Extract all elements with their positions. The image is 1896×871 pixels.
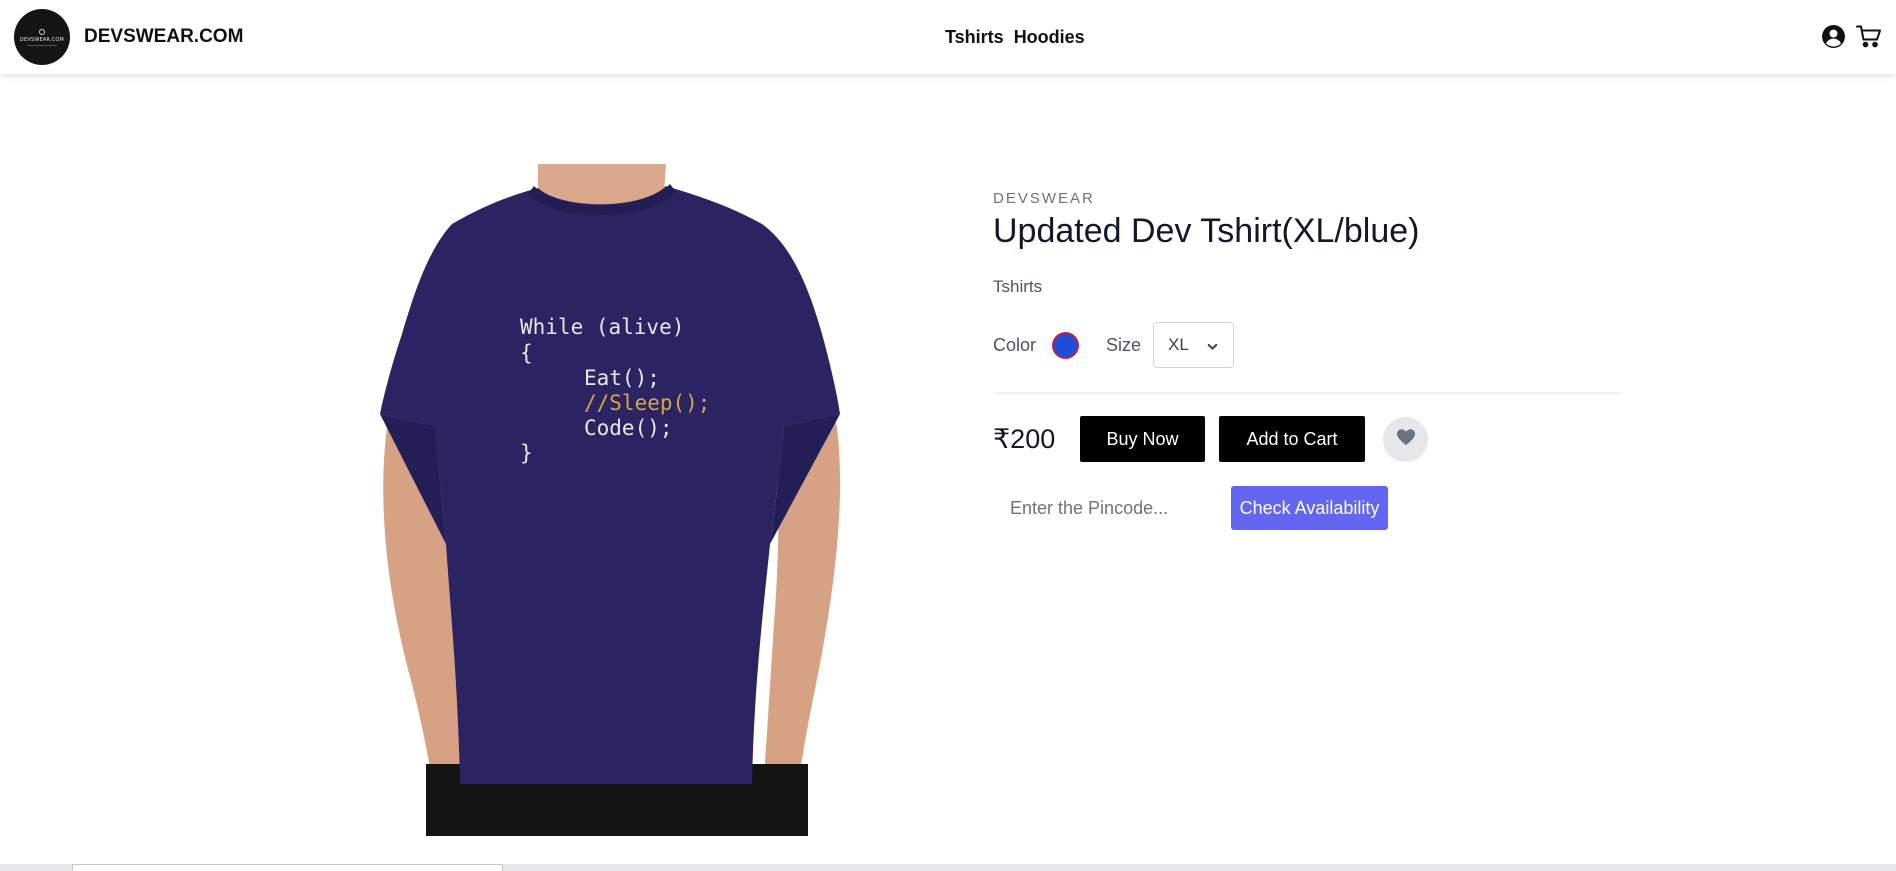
color-label: Color bbox=[993, 334, 1037, 355]
product-options: Color Size XL bbox=[993, 322, 1621, 395]
shirt-print-line-2: { bbox=[520, 341, 533, 365]
product-price: ₹200 bbox=[993, 423, 1056, 454]
logo-text: DEVSWEAR.COM bbox=[19, 36, 65, 43]
pincode-input[interactable] bbox=[993, 486, 1231, 531]
main-nav: Tshirts Hoodies bbox=[945, 27, 1085, 48]
account-icon[interactable] bbox=[1821, 24, 1846, 54]
add-to-cart-button[interactable]: Add to Cart bbox=[1219, 416, 1365, 463]
shirt-print-line-1: While (alive) bbox=[520, 315, 684, 339]
nav-item-hoodies[interactable]: Hoodies bbox=[1014, 27, 1085, 48]
next-section-preview bbox=[72, 864, 503, 871]
size-value: XL bbox=[1168, 335, 1189, 355]
product-title: Updated Dev Tshirt(XL/blue) bbox=[993, 212, 1420, 250]
product-category: Tshirts bbox=[993, 277, 1043, 297]
cart-icon[interactable] bbox=[1856, 24, 1882, 54]
shirt-print-line-5: Code(); bbox=[584, 416, 673, 440]
wishlist-button[interactable] bbox=[1383, 416, 1428, 462]
logo[interactable]: DEVSWEAR.COM bbox=[14, 9, 70, 65]
color-swatch-blue[interactable] bbox=[1052, 331, 1080, 359]
shirt-print-line-3: Eat(); bbox=[584, 366, 660, 390]
pincode-row: Check Availability bbox=[993, 486, 1621, 531]
buy-now-button[interactable]: Buy Now bbox=[1080, 416, 1205, 463]
product-brand: DEVSWEAR bbox=[993, 190, 1095, 207]
shirt-print-line-4: //Sleep(); bbox=[584, 391, 710, 415]
heart-icon bbox=[1396, 428, 1416, 451]
chevron-down-icon bbox=[1206, 338, 1219, 358]
product-details: DEVSWEAR Updated Dev Tshirt(XL/blue) Tsh… bbox=[993, 190, 1621, 531]
size-label: Size bbox=[1106, 334, 1142, 355]
brand-name[interactable]: DEVSWEAR.COM bbox=[84, 26, 243, 48]
check-availability-button[interactable]: Check Availability bbox=[1231, 486, 1388, 531]
product-image: While (alive) { Eat(); //Sleep(); Code()… bbox=[366, 164, 866, 836]
logo-divider bbox=[27, 44, 57, 46]
nav-item-tshirts[interactable]: Tshirts bbox=[945, 27, 1004, 48]
size-select[interactable]: XL bbox=[1153, 322, 1235, 369]
logo-mark-icon bbox=[39, 28, 45, 35]
header-actions bbox=[1821, 24, 1882, 54]
shirt-print-line-6: } bbox=[520, 441, 533, 465]
price-row: ₹200 Buy Now Add to Cart bbox=[993, 416, 1621, 463]
site-header: DEVSWEAR.COM DEVSWEAR.COM Tshirts Hoodie… bbox=[0, 0, 1896, 74]
